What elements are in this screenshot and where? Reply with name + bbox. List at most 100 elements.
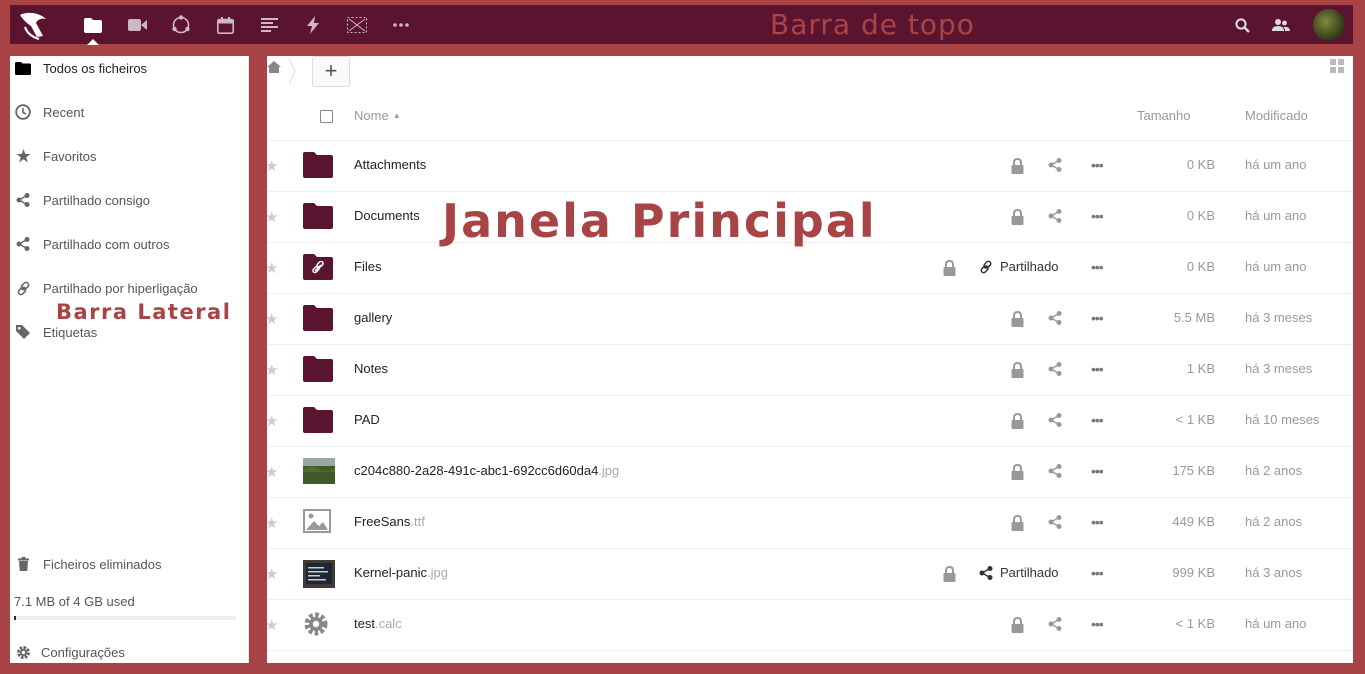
favorite-star-icon[interactable]: ★ xyxy=(267,616,278,634)
favorite-star-icon[interactable]: ★ xyxy=(267,361,278,379)
share-icon[interactable] xyxy=(1048,311,1062,330)
folder-thumbnail-icon[interactable] xyxy=(303,305,335,333)
more-actions-icon[interactable]: ••• xyxy=(1091,208,1104,224)
sidebar-item-favorites[interactable]: Favoritos xyxy=(10,134,248,178)
more-actions-icon[interactable]: ••• xyxy=(1091,565,1104,581)
sidebar-item-deleted-files[interactable]: Ficheiros eliminados xyxy=(10,542,248,586)
share-icon[interactable] xyxy=(1048,362,1062,381)
favorite-star-icon[interactable]: ★ xyxy=(267,157,278,175)
favorite-star-icon[interactable]: ★ xyxy=(267,565,278,583)
video-icon[interactable] xyxy=(126,14,148,36)
share-icon[interactable] xyxy=(1048,158,1062,177)
lock-icon[interactable] xyxy=(1011,616,1024,638)
lock-icon[interactable] xyxy=(1011,361,1024,383)
favorite-star-icon[interactable]: ★ xyxy=(267,514,278,532)
files-icon[interactable] xyxy=(82,14,104,45)
lock-icon[interactable] xyxy=(1011,514,1024,536)
file-name[interactable]: Attachments xyxy=(354,157,426,172)
image-generic-thumbnail-icon[interactable] xyxy=(303,509,335,537)
activity-icon[interactable] xyxy=(302,14,324,36)
lock-icon[interactable] xyxy=(943,259,956,281)
file-row[interactable]: ★ Notes ••• 1 KB há 3 meses xyxy=(267,345,1353,396)
sidebar-item-all-files[interactable]: Todos os ficheiros xyxy=(10,46,248,90)
sidebar-item-label: Ficheiros eliminados xyxy=(43,556,162,572)
share-icon[interactable] xyxy=(1048,464,1062,483)
favorite-star-icon[interactable]: ★ xyxy=(267,412,278,430)
folder-link-thumbnail-icon[interactable] xyxy=(303,254,335,282)
folder-thumbnail-icon[interactable] xyxy=(303,152,335,180)
file-name[interactable]: Files xyxy=(354,259,381,274)
shared-status-button[interactable]: Partilhado xyxy=(979,259,1059,274)
file-row[interactable]: ★ PAD ••• < 1 KB há 10 meses xyxy=(267,396,1353,447)
new-button[interactable]: + xyxy=(312,56,350,87)
more-actions-icon[interactable]: ••• xyxy=(1091,463,1104,479)
favorite-star-icon[interactable]: ★ xyxy=(267,310,278,328)
file-size: 0 KB xyxy=(1186,259,1215,274)
home-icon[interactable] xyxy=(267,60,281,74)
file-name[interactable]: PAD xyxy=(354,412,380,427)
shared-status-button[interactable]: Partilhado xyxy=(979,565,1059,580)
lock-icon[interactable] xyxy=(1011,412,1024,434)
settings-button[interactable]: Configurações xyxy=(10,630,248,674)
more-actions-icon[interactable]: ••• xyxy=(1091,157,1104,173)
notes-icon[interactable] xyxy=(258,14,280,36)
more-actions-icon[interactable]: ••• xyxy=(1091,412,1104,428)
file-row[interactable]: ★ test.calc ••• < 1 KB há um ano xyxy=(267,600,1353,651)
lock-icon[interactable] xyxy=(1011,463,1024,485)
file-name[interactable]: c204c880-2a28-491c-abc1-692cc6d60da4.jpg xyxy=(354,463,619,478)
gallery-icon[interactable] xyxy=(346,14,368,36)
search-icon[interactable] xyxy=(1231,14,1253,36)
file-modified: há 3 anos xyxy=(1245,565,1303,580)
file-name[interactable]: Notes xyxy=(354,361,388,376)
lock-icon[interactable] xyxy=(1011,157,1024,179)
select-all-checkbox[interactable] xyxy=(320,110,333,123)
sidebar-item-shared-with-you[interactable]: Partilhado consigo xyxy=(10,178,248,222)
file-name[interactable]: gallery xyxy=(354,310,392,325)
folder-thumbnail-icon[interactable] xyxy=(303,203,335,231)
file-row[interactable]: ★ c204c880-2a28-491c-abc1-692cc6d60da4.jp… xyxy=(267,447,1353,498)
avatar[interactable] xyxy=(1313,9,1345,41)
favorite-star-icon[interactable]: ★ xyxy=(267,208,278,226)
file-row[interactable]: ★ FreeSans.ttf ••• 449 KB há 2 anos xyxy=(267,498,1353,549)
share-icon[interactable] xyxy=(1048,617,1062,636)
file-row[interactable]: ★ Attachments ••• 0 KB há um ano xyxy=(267,141,1353,192)
file-row[interactable]: ★ Files Partilhado ••• 0 KB há um ano xyxy=(267,243,1353,294)
lock-icon[interactable] xyxy=(1011,310,1024,332)
more-actions-icon[interactable]: ••• xyxy=(1091,361,1104,377)
folder-thumbnail-icon[interactable] xyxy=(303,407,335,435)
file-name[interactable]: FreeSans.ttf xyxy=(354,514,425,529)
app-logo-icon[interactable] xyxy=(16,9,52,41)
column-modified-header[interactable]: Modificado xyxy=(1245,108,1308,123)
overlay-label-sidebar: Barra Lateral xyxy=(56,300,232,324)
column-name-header[interactable]: Nome ▲ xyxy=(354,108,401,123)
circles-icon[interactable] xyxy=(170,14,192,36)
share-icon[interactable] xyxy=(1048,515,1062,534)
more-actions-icon[interactable]: ••• xyxy=(1091,310,1104,326)
sidebar-item-shared-with-others[interactable]: Partilhado com outros xyxy=(10,222,248,266)
column-size-header[interactable]: Tamanho xyxy=(1137,108,1190,123)
favorite-star-icon[interactable]: ★ xyxy=(267,259,278,277)
file-name[interactable]: Documents xyxy=(354,208,420,223)
calendar-icon[interactable] xyxy=(214,14,236,36)
lock-icon[interactable] xyxy=(1011,208,1024,230)
photo-landscape-thumbnail-icon[interactable] xyxy=(303,458,335,486)
contacts-icon[interactable] xyxy=(1270,14,1292,36)
more-apps-icon[interactable] xyxy=(390,14,412,36)
share-icon[interactable] xyxy=(1048,413,1062,432)
more-actions-icon[interactable]: ••• xyxy=(1091,616,1104,632)
file-name[interactable]: test.calc xyxy=(354,616,402,631)
file-name[interactable]: Kernel-panic.jpg xyxy=(354,565,448,580)
sidebar-item-label: Partilhado consigo xyxy=(43,192,150,208)
grid-view-icon[interactable] xyxy=(1330,59,1344,73)
share-icon[interactable] xyxy=(1048,209,1062,228)
gear-thumbnail-icon[interactable] xyxy=(303,611,335,639)
favorite-star-icon[interactable]: ★ xyxy=(267,463,278,481)
lock-icon[interactable] xyxy=(943,565,956,587)
more-actions-icon[interactable]: ••• xyxy=(1091,259,1104,275)
file-row[interactable]: ★ gallery ••• 5.5 MB há 3 meses xyxy=(267,294,1353,345)
file-row[interactable]: ★ Kernel-panic.jpg Partilhado ••• 999 KB há 3… xyxy=(267,549,1353,600)
photo-screen-thumbnail-icon[interactable] xyxy=(303,560,335,588)
sidebar-item-recent[interactable]: Recent xyxy=(10,90,248,134)
more-actions-icon[interactable]: ••• xyxy=(1091,514,1104,530)
folder-thumbnail-icon[interactable] xyxy=(303,356,335,384)
